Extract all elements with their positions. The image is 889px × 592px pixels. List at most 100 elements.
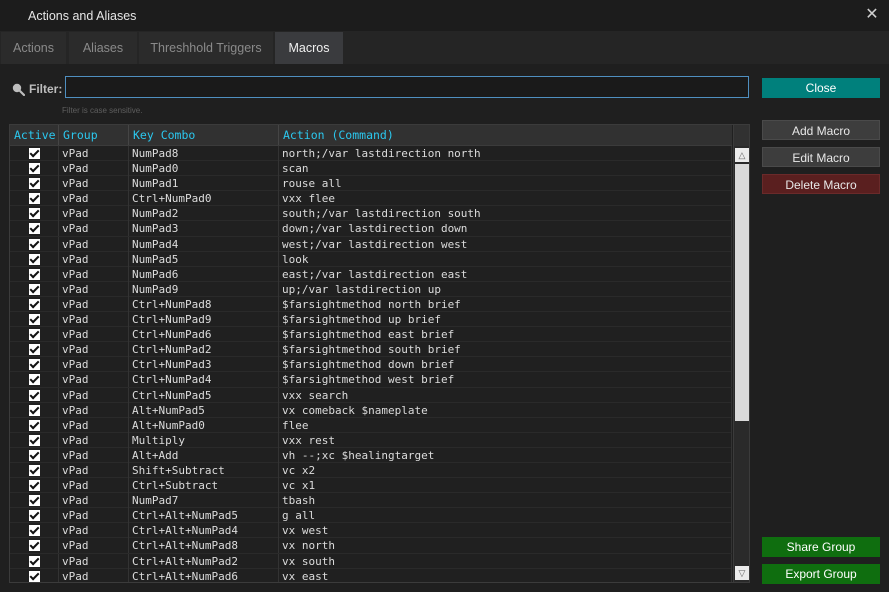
key-combo-cell: Multiply	[129, 432, 279, 448]
table-row[interactable]: vPad Ctrl+NumPad0 vxx flee	[10, 191, 732, 207]
table-row[interactable]: vPad NumPad7 tbash	[10, 493, 732, 509]
active-checkbox[interactable]	[28, 359, 40, 371]
tab-actions[interactable]: Actions	[1, 32, 66, 64]
group-cell: vPad	[59, 312, 129, 328]
active-checkbox[interactable]	[28, 344, 40, 356]
table-row[interactable]: vPad NumPad9 up;/var lastdirection up	[10, 281, 732, 297]
active-checkbox[interactable]	[28, 510, 40, 522]
column-header-key-combo[interactable]: Key Combo	[129, 125, 279, 145]
table-row[interactable]: vPad Ctrl+NumPad9 $farsightmethod up brief	[10, 312, 732, 328]
active-cell	[10, 493, 59, 509]
table-row[interactable]: vPad Alt+NumPad5 vx comeback $nameplate	[10, 402, 732, 418]
table-row[interactable]: vPad NumPad5 look	[10, 251, 732, 267]
share-group-button[interactable]: Share Group	[762, 537, 880, 557]
active-checkbox[interactable]	[28, 329, 40, 341]
active-checkbox[interactable]	[28, 389, 40, 401]
key-combo-cell: Ctrl+Alt+NumPad6	[129, 568, 279, 582]
tab-aliases[interactable]: Aliases	[69, 32, 137, 64]
group-cell: vPad	[59, 478, 129, 494]
scrollbar-thumb[interactable]	[735, 164, 749, 421]
active-cell	[10, 372, 59, 388]
scroll-down-icon[interactable]: ▽	[735, 566, 749, 580]
active-checkbox[interactable]	[28, 314, 40, 326]
column-header-action[interactable]: Action (Command)	[279, 125, 732, 145]
active-cell	[10, 206, 59, 222]
active-checkbox[interactable]	[28, 404, 40, 416]
active-checkbox[interactable]	[28, 193, 40, 205]
table-row[interactable]: vPad Ctrl+Alt+NumPad2 vx south	[10, 553, 732, 569]
active-checkbox[interactable]	[28, 238, 40, 250]
active-checkbox[interactable]	[28, 268, 40, 280]
active-checkbox[interactable]	[28, 540, 40, 552]
active-checkbox[interactable]	[28, 253, 40, 265]
active-checkbox[interactable]	[28, 283, 40, 295]
action-cell: vxx rest	[279, 432, 732, 448]
key-combo-cell: Ctrl+NumPad6	[129, 327, 279, 343]
table-row[interactable]: vPad Ctrl+NumPad4 $farsightmethod west bri…	[10, 372, 732, 388]
tab-threshhold-triggers[interactable]: Threshhold Triggers	[139, 32, 273, 64]
active-checkbox[interactable]	[28, 223, 40, 235]
active-checkbox[interactable]	[28, 298, 40, 310]
key-combo-cell: Ctrl+NumPad4	[129, 372, 279, 388]
active-checkbox[interactable]	[28, 449, 40, 461]
column-header-group[interactable]: Group	[59, 125, 129, 145]
active-checkbox[interactable]	[28, 419, 40, 431]
table-row[interactable]: vPad Shift+Subtract vc x2	[10, 462, 732, 479]
key-combo-cell: NumPad3	[129, 221, 279, 237]
table-row[interactable]: vPad NumPad2 south;/var lastdirection sout…	[10, 206, 732, 222]
scrollbar-track[interactable]	[735, 421, 749, 566]
table-row[interactable]: vPad Ctrl+Alt+NumPad6 vx east	[10, 568, 732, 582]
table-row[interactable]: vPad Ctrl+Subtract vc x1	[10, 478, 732, 494]
table-row[interactable]: vPad Ctrl+NumPad8 $farsightmethod north br…	[10, 296, 732, 313]
table-row[interactable]: vPad Ctrl+Alt+NumPad5 g all	[10, 508, 732, 524]
add-macro-button[interactable]: Add Macro	[762, 120, 880, 140]
table-row[interactable]: vPad NumPad8 north;/var lastdirection nort…	[10, 146, 732, 162]
vertical-scrollbar[interactable]: △ ▽	[733, 125, 749, 582]
active-checkbox[interactable]	[28, 374, 40, 386]
table-row[interactable]: vPad NumPad0 scan	[10, 161, 732, 177]
active-checkbox[interactable]	[28, 464, 40, 476]
active-checkbox[interactable]	[28, 480, 40, 492]
table-row[interactable]: vPad Multiply vxx rest	[10, 432, 732, 448]
active-cell	[10, 176, 59, 192]
active-checkbox[interactable]	[28, 208, 40, 220]
key-combo-cell: Ctrl+NumPad3	[129, 357, 279, 373]
active-checkbox[interactable]	[28, 525, 40, 537]
table-row[interactable]: vPad Ctrl+NumPad5 vxx search	[10, 387, 732, 403]
active-checkbox[interactable]	[28, 434, 40, 446]
table-row[interactable]: vPad Ctrl+NumPad3 $farsightmethod down bri…	[10, 357, 732, 373]
table-row[interactable]: vPad Alt+NumPad0 flee	[10, 417, 732, 433]
filter-input[interactable]	[65, 76, 749, 98]
group-cell: vPad	[59, 327, 129, 343]
table-row[interactable]: vPad NumPad4 west;/var lastdirection west	[10, 236, 732, 252]
table-row[interactable]: vPad NumPad3 down;/var lastdirection down	[10, 221, 732, 237]
table-row[interactable]: vPad Ctrl+NumPad6 $farsightmethod east bri…	[10, 327, 732, 343]
delete-macro-button[interactable]: Delete Macro	[762, 174, 880, 194]
active-checkbox[interactable]	[28, 178, 40, 190]
table-row[interactable]: vPad Ctrl+Alt+NumPad8 vx north	[10, 538, 732, 554]
key-combo-cell: NumPad9	[129, 281, 279, 297]
tab-macros[interactable]: Macros	[275, 32, 343, 64]
active-checkbox[interactable]	[28, 163, 40, 175]
table-row[interactable]: vPad Alt+Add vh --;xc $healingtarget	[10, 447, 732, 463]
table-row[interactable]: vPad NumPad6 east;/var lastdirection east	[10, 266, 732, 282]
active-checkbox[interactable]	[28, 148, 40, 159]
scroll-up-icon[interactable]: △	[735, 148, 749, 162]
active-checkbox[interactable]	[28, 555, 40, 567]
group-cell: vPad	[59, 553, 129, 569]
edit-macro-button[interactable]: Edit Macro	[762, 147, 880, 167]
column-header-active[interactable]: Active	[10, 125, 59, 145]
active-cell	[10, 342, 59, 358]
table-row[interactable]: vPad NumPad1 rouse all	[10, 176, 732, 192]
close-button[interactable]: Close	[762, 78, 880, 98]
active-checkbox[interactable]	[28, 570, 40, 582]
key-combo-cell: Ctrl+Alt+NumPad2	[129, 553, 279, 569]
window-close-icon[interactable]: ✕	[864, 6, 880, 24]
group-cell: vPad	[59, 342, 129, 358]
active-cell	[10, 447, 59, 463]
active-cell	[10, 236, 59, 252]
table-row[interactable]: vPad Ctrl+NumPad2 $farsightmethod south br…	[10, 342, 732, 358]
active-checkbox[interactable]	[28, 495, 40, 507]
table-row[interactable]: vPad Ctrl+Alt+NumPad4 vx west	[10, 523, 732, 539]
export-group-button[interactable]: Export Group	[762, 564, 880, 584]
